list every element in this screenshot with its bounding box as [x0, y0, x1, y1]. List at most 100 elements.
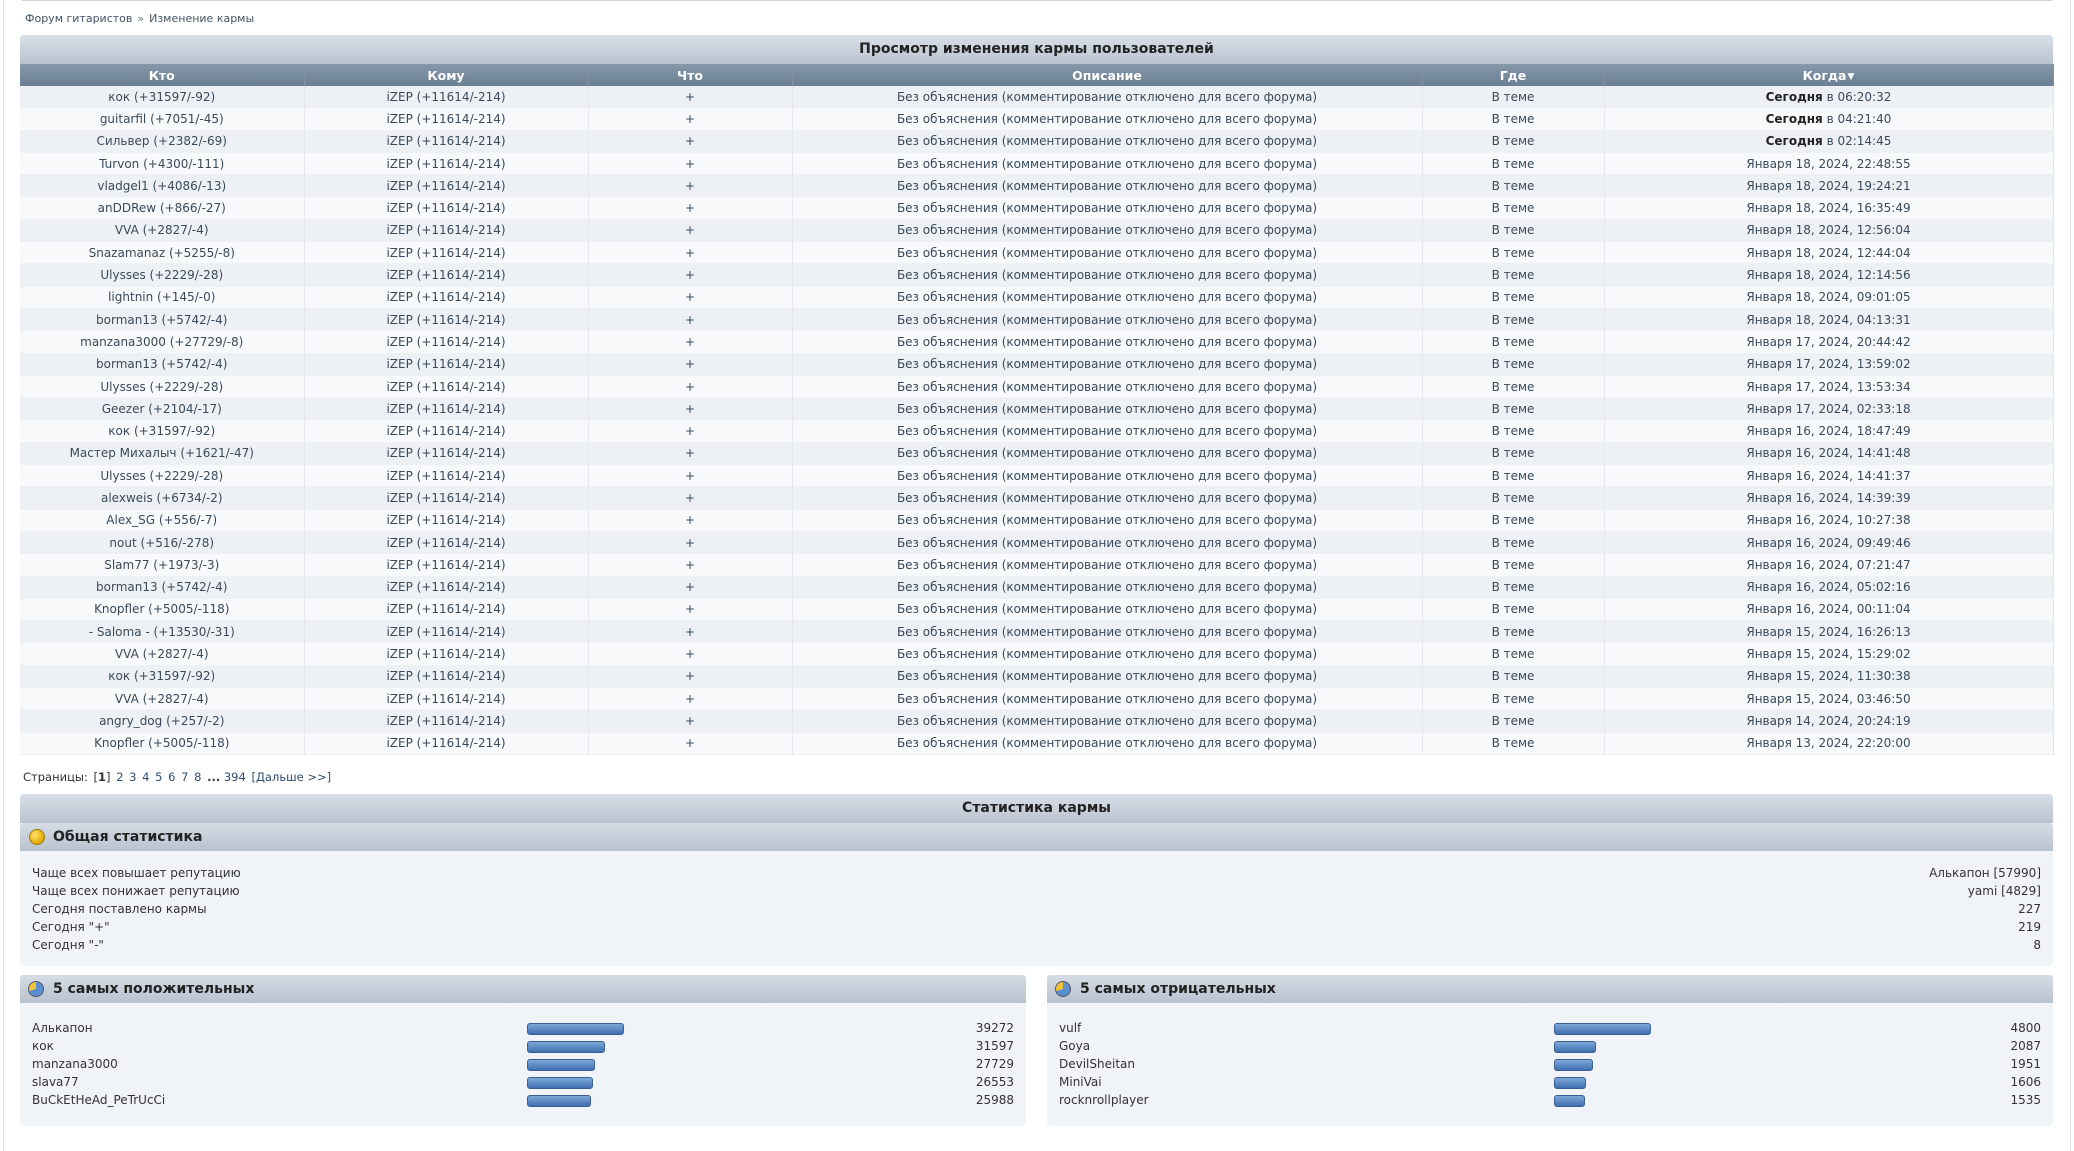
- cell-where[interactable]: В теме: [1422, 241, 1605, 265]
- column-header-description[interactable]: Описание: [792, 64, 1423, 86]
- cell-to[interactable]: iZEP (+11614/-214): [304, 330, 589, 354]
- cell-who[interactable]: guitarfil (+7051/-45): [20, 107, 305, 131]
- cell-where[interactable]: В теме: [1422, 509, 1605, 532]
- pagination-last-page-link[interactable]: 394: [224, 770, 246, 784]
- cell-to[interactable]: iZEP (+11614/-214): [304, 464, 589, 488]
- cell-to[interactable]: iZEP (+11614/-214): [304, 174, 589, 198]
- pagination-page-link[interactable]: 7: [181, 770, 188, 784]
- cell-who[interactable]: borman13 (+5742/-4): [20, 353, 305, 376]
- cell-where[interactable]: В теме: [1422, 553, 1605, 577]
- cell-where[interactable]: В теме: [1422, 86, 1605, 109]
- cell-to[interactable]: iZEP (+11614/-214): [304, 130, 589, 153]
- pagination-page-link[interactable]: 6: [168, 770, 175, 784]
- cell-who[interactable]: borman13 (+5742/-4): [20, 308, 305, 332]
- cell-where[interactable]: В теме: [1422, 219, 1605, 243]
- cell-where[interactable]: В теме: [1422, 130, 1605, 153]
- cell-who[interactable]: Ulysses (+2229/-28): [20, 464, 305, 488]
- cell-to[interactable]: iZEP (+11614/-214): [304, 642, 589, 666]
- stat-value[interactable]: Алькапон [57990]: [1929, 864, 2041, 882]
- cell-where[interactable]: В теме: [1422, 732, 1605, 755]
- cell-where[interactable]: В теме: [1422, 107, 1605, 131]
- cell-where[interactable]: В теме: [1422, 709, 1605, 733]
- cell-who[interactable]: lightnin (+145/-0): [20, 286, 305, 309]
- cell-who[interactable]: Ulysses (+2229/-28): [20, 263, 305, 287]
- cell-who[interactable]: Knopfler (+5005/-118): [20, 598, 305, 622]
- cell-where[interactable]: В теме: [1422, 196, 1605, 220]
- cell-where[interactable]: В теме: [1422, 263, 1605, 287]
- top-user-name[interactable]: MiniVai: [1059, 1073, 1102, 1091]
- top-user-name[interactable]: кок: [32, 1037, 54, 1055]
- cell-where[interactable]: В теме: [1422, 375, 1605, 399]
- top-user-name[interactable]: vulf: [1059, 1019, 1081, 1037]
- cell-who[interactable]: Knopfler (+5005/-118): [20, 732, 305, 755]
- cell-who[interactable]: Мастер Михалыч (+1621/-47): [20, 442, 305, 466]
- cell-to[interactable]: iZEP (+11614/-214): [304, 598, 589, 622]
- cell-who[interactable]: anDDRew (+866/-27): [20, 196, 305, 220]
- top-user-name[interactable]: DevilSheitan: [1059, 1055, 1135, 1073]
- column-header-when[interactable]: Когда▼: [1604, 64, 2054, 86]
- pagination-page-link[interactable]: 3: [129, 770, 136, 784]
- cell-who[interactable]: - Saloma - (+13530/-31): [20, 620, 305, 644]
- cell-who[interactable]: Сильвер (+2382/-69): [20, 130, 305, 153]
- cell-where[interactable]: В теме: [1422, 330, 1605, 354]
- top-user-name[interactable]: Алькапон: [32, 1019, 93, 1037]
- cell-where[interactable]: В теме: [1422, 620, 1605, 644]
- cell-to[interactable]: iZEP (+11614/-214): [304, 286, 589, 309]
- cell-where[interactable]: В теме: [1422, 576, 1605, 599]
- cell-who[interactable]: кок (+31597/-92): [20, 419, 305, 443]
- cell-who[interactable]: VVA (+2827/-4): [20, 219, 305, 243]
- cell-to[interactable]: iZEP (+11614/-214): [304, 353, 589, 376]
- cell-who[interactable]: alexweis (+6734/-2): [20, 486, 305, 510]
- cell-to[interactable]: iZEP (+11614/-214): [304, 241, 589, 265]
- cell-who[interactable]: vladgel1 (+4086/-13): [20, 174, 305, 198]
- top-user-name[interactable]: rocknrollplayer: [1059, 1091, 1149, 1109]
- cell-to[interactable]: iZEP (+11614/-214): [304, 665, 589, 689]
- cell-to[interactable]: iZEP (+11614/-214): [304, 732, 589, 755]
- cell-where[interactable]: В теме: [1422, 419, 1605, 443]
- cell-where[interactable]: В теме: [1422, 353, 1605, 376]
- column-header-who[interactable]: Кто: [20, 64, 305, 86]
- cell-to[interactable]: iZEP (+11614/-214): [304, 620, 589, 644]
- cell-who[interactable]: кок (+31597/-92): [20, 86, 305, 109]
- cell-who[interactable]: Geezer (+2104/-17): [20, 397, 305, 421]
- column-header-where[interactable]: Где: [1422, 64, 1605, 86]
- cell-who[interactable]: Slam77 (+1973/-3): [20, 553, 305, 577]
- cell-who[interactable]: manzana3000 (+27729/-8): [20, 330, 305, 354]
- cell-where[interactable]: В теме: [1422, 687, 1605, 711]
- pagination-next-link[interactable]: [Дальше >>]: [251, 770, 331, 784]
- pagination-page-link[interactable]: 8: [194, 770, 201, 784]
- cell-to[interactable]: iZEP (+11614/-214): [304, 107, 589, 131]
- cell-who[interactable]: nout (+516/-278): [20, 531, 305, 555]
- cell-who[interactable]: angry_dog (+257/-2): [20, 709, 305, 733]
- cell-where[interactable]: В теме: [1422, 642, 1605, 666]
- cell-to[interactable]: iZEP (+11614/-214): [304, 397, 589, 421]
- cell-to[interactable]: iZEP (+11614/-214): [304, 375, 589, 399]
- pagination-page-link[interactable]: 5: [155, 770, 162, 784]
- cell-who[interactable]: Ulysses (+2229/-28): [20, 375, 305, 399]
- breadcrumb-forum-link[interactable]: Форум гитаристов: [25, 12, 132, 25]
- cell-to[interactable]: iZEP (+11614/-214): [304, 196, 589, 220]
- cell-to[interactable]: iZEP (+11614/-214): [304, 576, 589, 599]
- top-user-name[interactable]: slava77: [32, 1073, 79, 1091]
- cell-to[interactable]: iZEP (+11614/-214): [304, 486, 589, 510]
- cell-who[interactable]: Snazamanaz (+5255/-8): [20, 241, 305, 265]
- cell-to[interactable]: iZEP (+11614/-214): [304, 442, 589, 466]
- cell-to[interactable]: iZEP (+11614/-214): [304, 553, 589, 577]
- stat-value[interactable]: yami [4829]: [1968, 882, 2041, 900]
- cell-where[interactable]: В теме: [1422, 531, 1605, 555]
- cell-to[interactable]: iZEP (+11614/-214): [304, 419, 589, 443]
- pagination-page-link[interactable]: 2: [116, 770, 123, 784]
- cell-who[interactable]: Alex_SG (+556/-7): [20, 509, 305, 532]
- cell-to[interactable]: iZEP (+11614/-214): [304, 509, 589, 532]
- breadcrumb-current[interactable]: Изменение кармы: [149, 12, 254, 25]
- cell-where[interactable]: В теме: [1422, 152, 1605, 176]
- pagination-page-link[interactable]: 4: [142, 770, 149, 784]
- top-user-name[interactable]: BuCkEtHeAd_PeTrUcCi: [32, 1091, 165, 1109]
- cell-to[interactable]: iZEP (+11614/-214): [304, 687, 589, 711]
- top-user-name[interactable]: Goya: [1059, 1037, 1090, 1055]
- cell-where[interactable]: В теме: [1422, 486, 1605, 510]
- cell-to[interactable]: iZEP (+11614/-214): [304, 219, 589, 243]
- cell-who[interactable]: VVA (+2827/-4): [20, 687, 305, 711]
- cell-where[interactable]: В теме: [1422, 397, 1605, 421]
- column-header-what[interactable]: Что: [588, 64, 793, 86]
